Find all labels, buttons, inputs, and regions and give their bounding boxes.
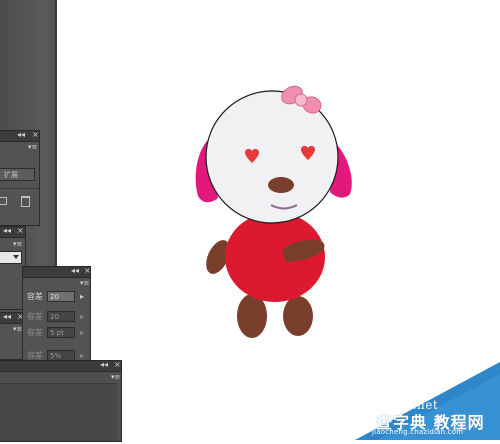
close-icon[interactable]: ×: [17, 226, 24, 236]
expand-button-label: 扩展: [4, 171, 18, 179]
right-leg-shape: [283, 296, 313, 336]
expand-button[interactable]: 扩展: [0, 168, 35, 181]
chevron-down-icon: [13, 255, 19, 259]
collapse-icon[interactable]: ◂◂: [17, 130, 25, 140]
collapse-icon[interactable]: ◂◂: [3, 312, 11, 322]
panel-menu-icon[interactable]: ▾≡: [13, 325, 22, 333]
dropdown-select[interactable]: [0, 251, 22, 264]
collapse-icon[interactable]: ◂◂: [3, 226, 11, 236]
nose-shape: [268, 177, 294, 193]
panel-menu-icon[interactable]: ▾≡: [28, 143, 37, 151]
panel-menu-icon[interactable]: ▾≡: [13, 240, 22, 248]
tolerance-label: 容差: [27, 292, 43, 301]
trash-icon[interactable]: [21, 196, 30, 207]
close-icon[interactable]: ×: [32, 130, 39, 140]
divider: [0, 188, 39, 189]
watermark-url: jiaocheng.chazidian.com: [372, 428, 464, 436]
tolerance-label: 容差: [27, 328, 43, 337]
shape-mode-icon[interactable]: [0, 197, 7, 205]
left-leg-shape: [237, 294, 267, 338]
tolerance-label: 容差: [27, 312, 43, 321]
panel-pathfinder: ◂◂ × ▾≡ 扩展: [0, 130, 40, 226]
